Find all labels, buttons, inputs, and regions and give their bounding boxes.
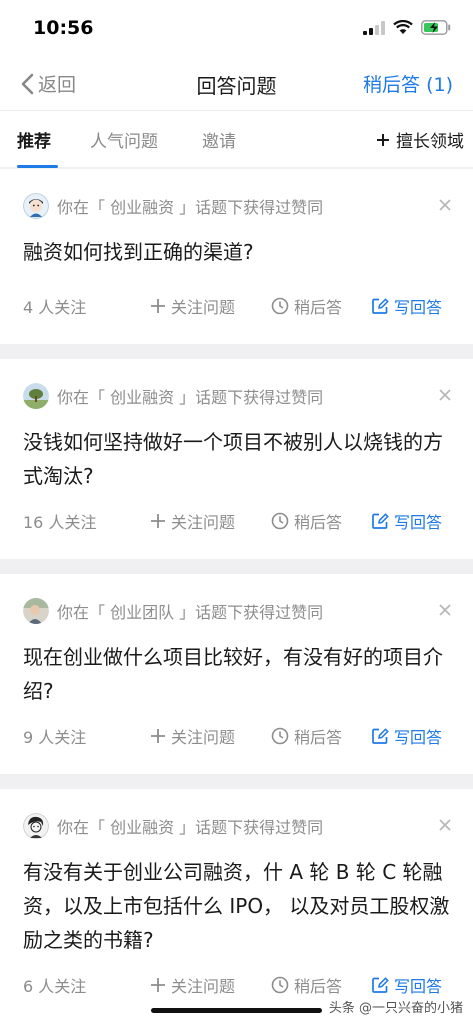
plus-icon: [151, 978, 165, 992]
back-label: 返回: [38, 74, 77, 96]
follow-question-button[interactable]: 关注问题: [150, 509, 235, 533]
signal-icon: [363, 20, 385, 35]
answer-later-action[interactable]: 稍后答: [271, 294, 342, 318]
clock-icon: [271, 512, 289, 530]
edit-icon: [372, 977, 389, 993]
question-feed: 你在「 创业融资 」话题下获得过赞同 融资如何找到正确的渠道? 4 人关注 关注…: [0, 169, 473, 1024]
avatar: [23, 598, 49, 624]
answer-later-label: 稍后答: [294, 728, 343, 747]
home-indicator[interactable]: [151, 1008, 322, 1013]
question-card: 你在「 创业融资 」话题下获得过赞同 没钱如何坚持做好一个项目不被别人以烧钱的方…: [0, 359, 473, 559]
close-icon[interactable]: [435, 195, 455, 215]
question-card: 你在「 创业融资 」话题下获得过赞同 融资如何找到正确的渠道? 4 人关注 关注…: [0, 169, 473, 344]
write-answer-button[interactable]: 写回答: [371, 973, 442, 997]
question-title[interactable]: 没钱如何坚持做好一个项目不被别人以烧钱的方式淘汰?: [23, 425, 453, 493]
expertise-domain-button[interactable]: 擅长领域: [376, 127, 464, 152]
tab-bar: 推荐 人气问题 邀请 擅长领域: [0, 110, 473, 168]
card-actions: 6 人关注 关注问题 稍后答 写回答: [23, 973, 453, 997]
follow-question-button[interactable]: 关注问题: [150, 973, 235, 997]
answer-later-label: 稍后答: [294, 977, 343, 996]
tab-recommended[interactable]: 推荐: [17, 127, 51, 152]
write-answer-label: 写回答: [394, 977, 443, 996]
edit-icon: [372, 513, 389, 529]
card-meta: 你在「 创业融资 」话题下获得过赞同: [23, 383, 323, 409]
question-card: 你在「 创业融资 」话题下获得过赞同 有没有关于创业公司融资，什 A 轮 B 轮…: [0, 789, 473, 1024]
close-icon[interactable]: [435, 600, 455, 620]
plus-icon: [151, 299, 165, 313]
topic-reason: 你在「 创业融资 」话题下获得过赞同: [57, 198, 324, 217]
answer-later-action[interactable]: 稍后答: [271, 509, 342, 533]
write-answer-label: 写回答: [394, 298, 443, 317]
edit-icon: [372, 728, 389, 744]
card-separator: [0, 344, 473, 359]
plus-icon: [151, 729, 165, 743]
status-icons: [363, 20, 451, 35]
follow-question-label: 关注问题: [171, 977, 236, 996]
follow-question-label: 关注问题: [171, 513, 236, 532]
write-answer-button[interactable]: 写回答: [371, 294, 442, 318]
card-meta: 你在「 创业团队 」话题下获得过赞同: [23, 598, 323, 624]
active-tab-indicator: [17, 165, 58, 168]
card-meta: 你在「 创业融资 」话题下获得过赞同: [23, 813, 323, 839]
avatar: [23, 383, 49, 409]
follow-question-label: 关注问题: [171, 298, 236, 317]
clock-icon: [271, 727, 289, 745]
card-actions: 9 人关注 关注问题 稍后答 写回答: [23, 724, 453, 748]
answer-later-label: 稍后答: [294, 298, 343, 317]
close-icon[interactable]: [435, 815, 455, 835]
follow-question-button[interactable]: 关注问题: [150, 724, 235, 748]
clock-icon: [271, 976, 289, 994]
write-answer-label: 写回答: [394, 513, 443, 532]
battery-charging-icon: [421, 20, 451, 35]
edit-icon: [372, 298, 389, 314]
question-title[interactable]: 有没有关于创业公司融资，什 A 轮 B 轮 C 轮融资，以及上市包括什么 IPO…: [23, 855, 453, 957]
nav-bar: 返回 回答问题 稍后答 (1): [0, 58, 473, 110]
follow-question-button[interactable]: 关注问题: [150, 294, 235, 318]
follower-count: 4 人关注: [23, 298, 87, 317]
card-actions: 16 人关注 关注问题 稍后答 写回答: [23, 509, 453, 533]
write-answer-button[interactable]: 写回答: [371, 509, 442, 533]
card-meta: 你在「 创业融资 」话题下获得过赞同: [23, 193, 323, 219]
clock-icon: [271, 297, 289, 315]
topic-reason: 你在「 创业团队 」话题下获得过赞同: [57, 603, 324, 622]
card-separator: [0, 774, 473, 789]
plus-icon: [377, 133, 389, 146]
question-card: 你在「 创业团队 」话题下获得过赞同 现在创业做什么项目比较好，有没有好的项目介…: [0, 574, 473, 774]
answer-later-button[interactable]: 稍后答 (1): [363, 70, 453, 97]
follower-count: 16 人关注: [23, 513, 97, 532]
expertise-domain-label: 擅长领域: [396, 132, 464, 152]
close-icon[interactable]: [435, 385, 455, 405]
card-separator: [0, 559, 473, 574]
follower-count: 9 人关注: [23, 728, 87, 747]
status-bar: 10:56: [0, 0, 473, 58]
answer-later-action[interactable]: 稍后答: [271, 973, 342, 997]
wifi-icon: [393, 20, 413, 34]
avatar: [23, 813, 49, 839]
tab-popular[interactable]: 人气问题: [90, 127, 158, 152]
question-title[interactable]: 现在创业做什么项目比较好，有没有好的项目介绍?: [23, 640, 453, 708]
back-button[interactable]: 返回: [20, 70, 76, 97]
watermark: 头条 @一只兴奋的小猪: [328, 1001, 463, 1016]
plus-icon: [151, 514, 165, 528]
follow-question-label: 关注问题: [171, 728, 236, 747]
write-answer-button[interactable]: 写回答: [371, 724, 442, 748]
answer-later-label: 稍后答: [294, 513, 343, 532]
chevron-left-icon: [21, 73, 34, 94]
tab-invitations[interactable]: 邀请: [202, 127, 236, 152]
question-title[interactable]: 融资如何找到正确的渠道?: [23, 235, 453, 269]
topic-reason: 你在「 创业融资 」话题下获得过赞同: [57, 818, 324, 837]
answer-later-action[interactable]: 稍后答: [271, 724, 342, 748]
topic-reason: 你在「 创业融资 」话题下获得过赞同: [57, 388, 324, 407]
status-time: 10:56: [33, 17, 94, 39]
follower-count: 6 人关注: [23, 977, 87, 996]
card-actions: 4 人关注 关注问题 稍后答 写回答: [23, 294, 453, 318]
write-answer-label: 写回答: [394, 728, 443, 747]
avatar: [23, 193, 49, 219]
